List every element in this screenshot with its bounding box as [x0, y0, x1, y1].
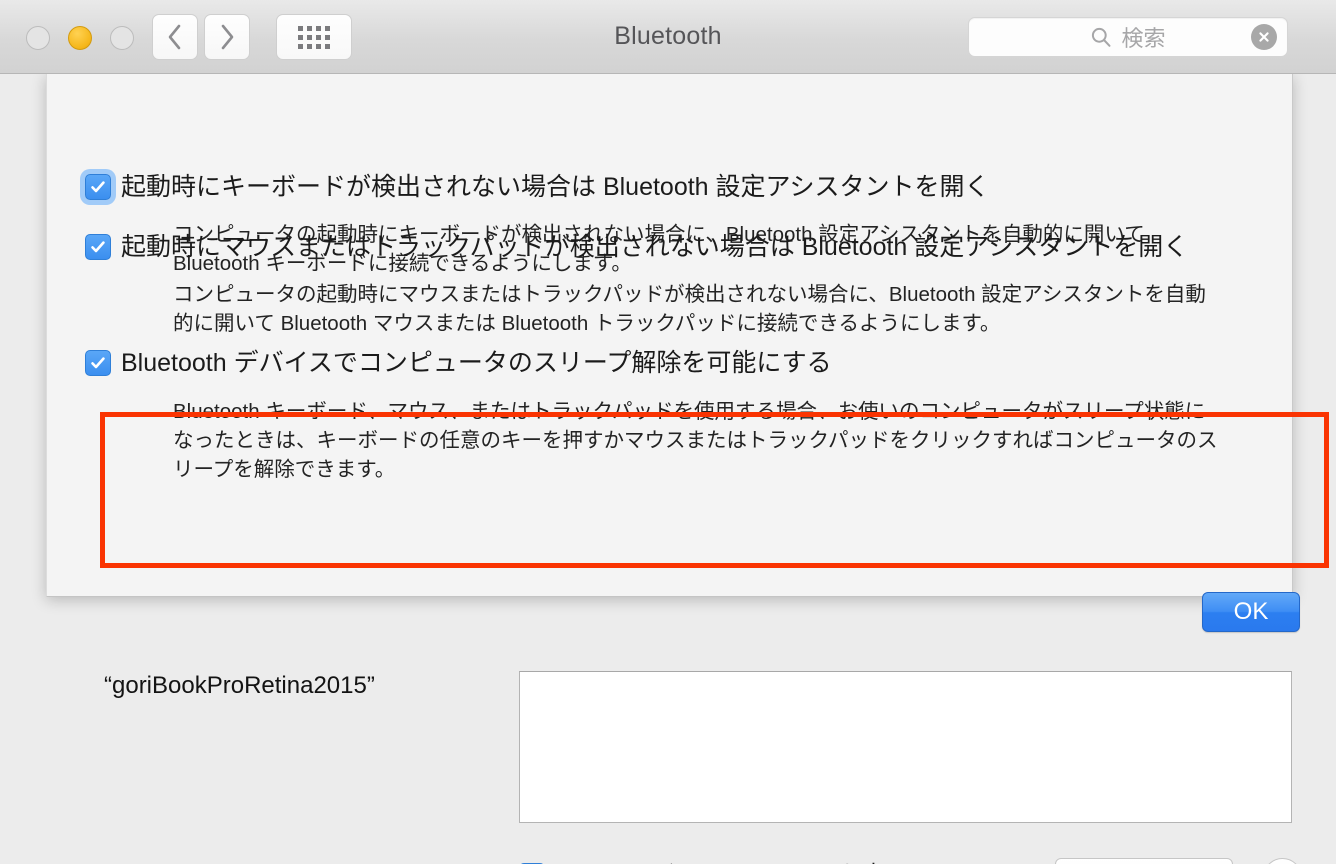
keyboard-assistant-checkbox-row[interactable]: 起動時にキーボードが検出されない場合は Bluetooth 設定アシスタントを開… [47, 174, 1292, 200]
search-inner: 検索 [1090, 21, 1166, 53]
help-button[interactable]: ? [1263, 858, 1302, 864]
option-row-mouse-assistant: 起動時にマウスまたはトラックパッドが検出されない場合は Bluetooth 設定… [47, 234, 1292, 338]
bluetooth-options-sheet: 起動時にキーボードが検出されない場合は Bluetooth 設定アシスタントを開… [46, 74, 1329, 632]
checkbox-label: 起動時にマウスまたはトラックパッドが検出されない場合は Bluetooth 設定… [121, 233, 1189, 261]
mouse-assistant-checkbox-row[interactable]: 起動時にマウスまたはトラックパッドが検出されない場合は Bluetooth 設定… [47, 234, 1292, 260]
close-icon [1259, 32, 1269, 42]
checkbox-label: 起動時にキーボードが検出されない場合は Bluetooth 設定アシスタントを開… [121, 173, 990, 201]
advanced-settings-button[interactable]: 詳細設定... [1055, 858, 1233, 864]
checkbox-indicator[interactable] [85, 234, 111, 260]
checkbox-label: Bluetooth デバイスでコンピュータのスリープ解除を可能にする [121, 349, 832, 377]
search-icon [1092, 27, 1111, 47]
checkbox-indicator[interactable] [85, 174, 111, 200]
clear-search-button[interactable] [1251, 24, 1277, 50]
option-description: コンピュータの起動時にマウスまたはトラックパッドが検出されない場合に、Bluet… [173, 283, 1206, 336]
device-list[interactable] [519, 671, 1292, 823]
device-name-label: “goriBookProRetina2015” [104, 672, 375, 699]
ok-button[interactable]: OK [1202, 592, 1300, 632]
search-placeholder: 検索 [1121, 26, 1166, 51]
search-field[interactable]: 検索 [968, 17, 1288, 57]
bluetooth-preferences-window: “goriBookProRetina2015” メニューバーに Bluetoot… [0, 0, 1336, 864]
wake-computer-checkbox-row[interactable]: Bluetooth デバイスでコンピュータのスリープ解除を可能にする [47, 350, 1292, 376]
highlight-annotation-box [100, 412, 1329, 568]
window-titlebar: Bluetooth 検索 [0, 0, 1336, 74]
checkbox-indicator[interactable] [85, 350, 111, 376]
